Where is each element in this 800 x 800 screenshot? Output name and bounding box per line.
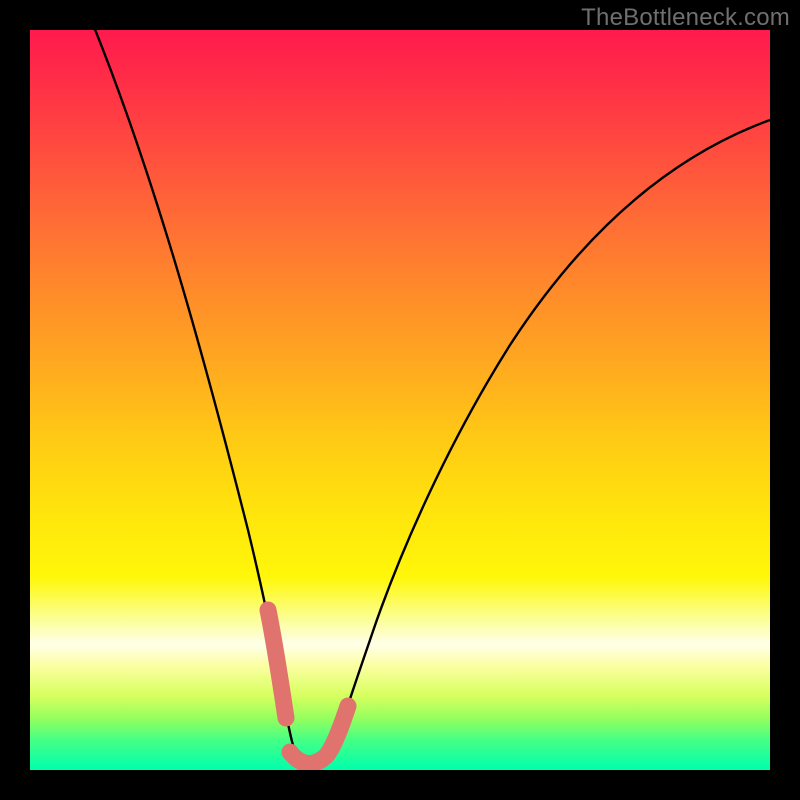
curve-layer bbox=[30, 30, 770, 770]
highlight-left bbox=[268, 610, 286, 718]
highlight-bottom bbox=[290, 706, 348, 764]
plot-area bbox=[30, 30, 770, 770]
bottleneck-curve bbox=[70, 30, 770, 768]
chart-container: TheBottleneck.com bbox=[0, 0, 800, 800]
watermark-text: TheBottleneck.com bbox=[581, 4, 790, 32]
